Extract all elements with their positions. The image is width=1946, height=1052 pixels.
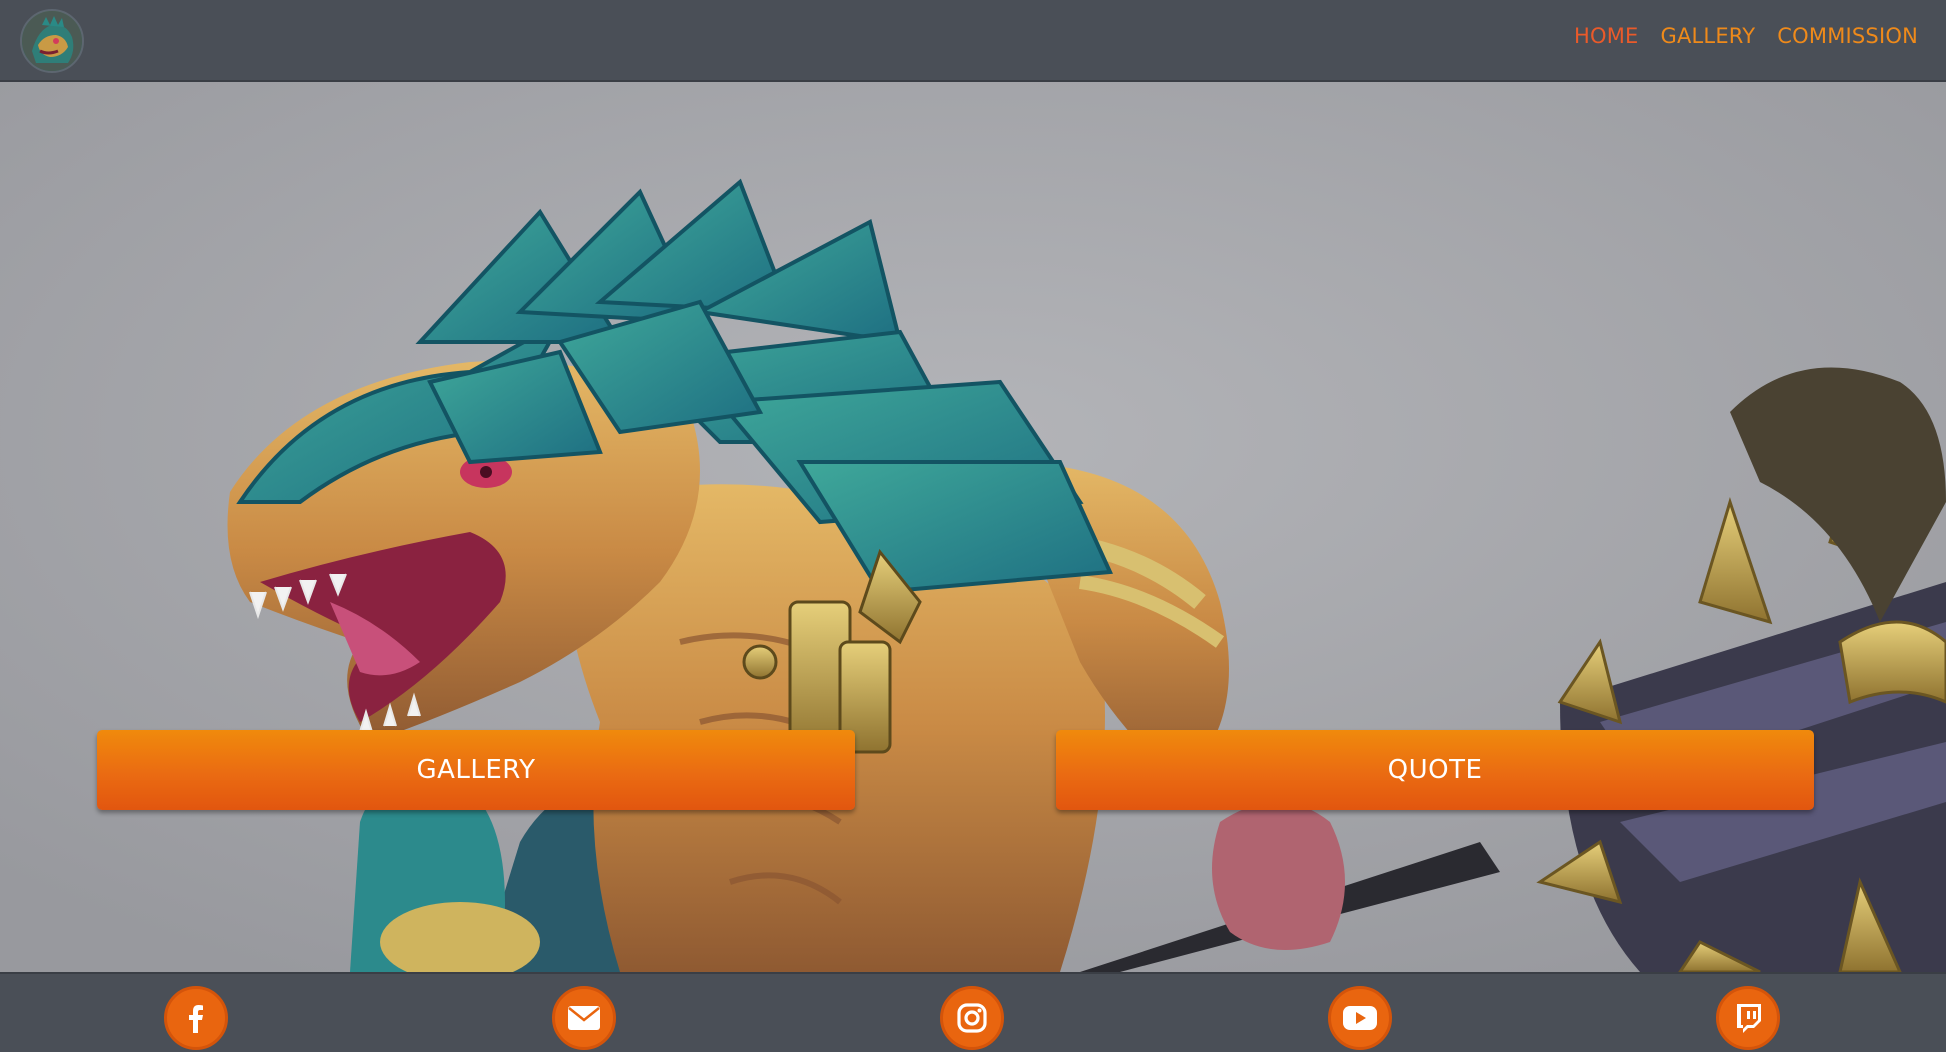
page: HOME GALLERY COMMISSION GALLERY QUOTE bbox=[0, 0, 1946, 1052]
instagram-icon bbox=[957, 1003, 987, 1033]
email-icon bbox=[568, 1006, 600, 1030]
hero-banner: GALLERY QUOTE bbox=[0, 82, 1946, 972]
twitch-link[interactable] bbox=[1716, 986, 1780, 1050]
quote-button[interactable]: QUOTE bbox=[1056, 730, 1814, 810]
nav-commission-link[interactable]: COMMISSION bbox=[1777, 24, 1918, 48]
facebook-link[interactable] bbox=[164, 986, 228, 1050]
site-logo[interactable] bbox=[20, 9, 84, 73]
lizardman-avatar-icon bbox=[22, 11, 82, 71]
youtube-link[interactable] bbox=[1328, 986, 1392, 1050]
facebook-icon bbox=[189, 1005, 203, 1033]
footer-social-bar bbox=[0, 972, 1946, 1052]
youtube-icon bbox=[1343, 1006, 1377, 1030]
twitch-icon bbox=[1737, 1004, 1761, 1033]
nav-home-link[interactable]: HOME bbox=[1574, 24, 1639, 48]
top-navigation-bar: HOME GALLERY COMMISSION bbox=[0, 0, 1946, 82]
gallery-button[interactable]: GALLERY bbox=[97, 730, 855, 810]
nav-gallery-link[interactable]: GALLERY bbox=[1660, 24, 1755, 48]
hero-miniature-image bbox=[0, 82, 1946, 972]
email-link[interactable] bbox=[552, 986, 616, 1050]
main-nav: HOME GALLERY COMMISSION bbox=[1574, 24, 1918, 48]
instagram-link[interactable] bbox=[940, 986, 1004, 1050]
